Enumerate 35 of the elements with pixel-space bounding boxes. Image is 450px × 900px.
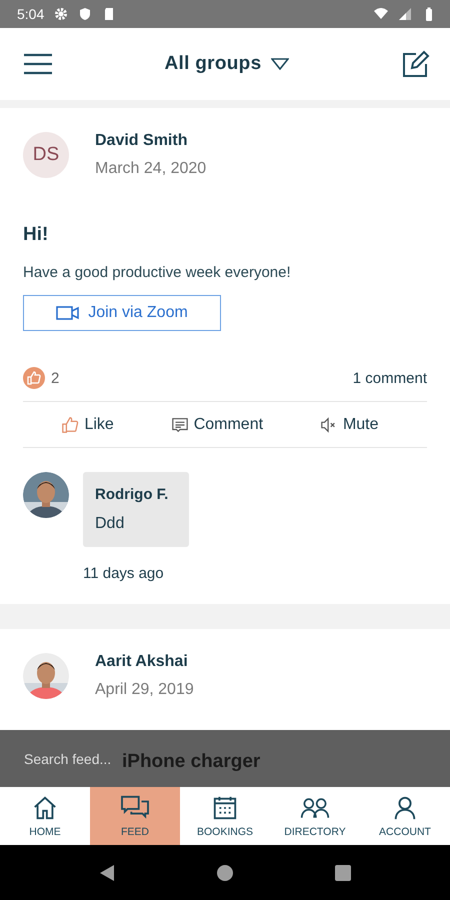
wifi-icon <box>374 7 388 21</box>
signal-icon <box>398 7 412 21</box>
post-date: April 29, 2019 <box>95 681 194 699</box>
caret-icon[interactable] <box>271 58 290 70</box>
compose-icon[interactable] <box>402 50 430 78</box>
thumbs-up-badge-icon <box>23 367 45 389</box>
group-selector[interactable]: All groups <box>164 53 262 75</box>
commenter-name: Rodrigo F. <box>95 486 170 503</box>
video-camera-icon <box>56 305 80 321</box>
avatar-initials: DS <box>23 132 69 178</box>
comment-icon <box>170 416 189 434</box>
thumbs-up-icon <box>61 416 80 434</box>
post-title: iPhone charger <box>122 751 260 773</box>
comment-button[interactable]: Comment <box>170 416 264 434</box>
author-name: David Smith <box>95 132 188 150</box>
back-icon[interactable] <box>98 864 116 882</box>
shield-icon <box>78 7 92 21</box>
gear-icon <box>54 7 68 21</box>
mute-button[interactable]: Mute <box>320 416 379 434</box>
post-date: March 24, 2020 <box>95 160 206 178</box>
comment-time: 11 days ago <box>83 565 165 582</box>
post-title: Hi! <box>23 224 50 246</box>
join-zoom-button[interactable]: Join via Zoom <box>23 295 221 331</box>
comment-text: Ddd <box>95 515 126 533</box>
chat-bubbles-icon <box>120 794 150 820</box>
nav-tab[interactable]: FEED <box>90 787 180 845</box>
status-time: 5:04 <box>17 6 44 22</box>
like-button[interactable]: Like <box>61 416 114 434</box>
recents-icon[interactable] <box>334 864 352 882</box>
menu-icon[interactable] <box>24 53 52 75</box>
post-body: Have a good productive week everyone! <box>23 264 292 281</box>
home-circle-icon[interactable] <box>216 864 234 882</box>
author-name: Aarit Akshai <box>95 653 189 671</box>
comment-count[interactable]: 1 comment <box>352 370 427 386</box>
like-count: 2 <box>51 370 60 386</box>
